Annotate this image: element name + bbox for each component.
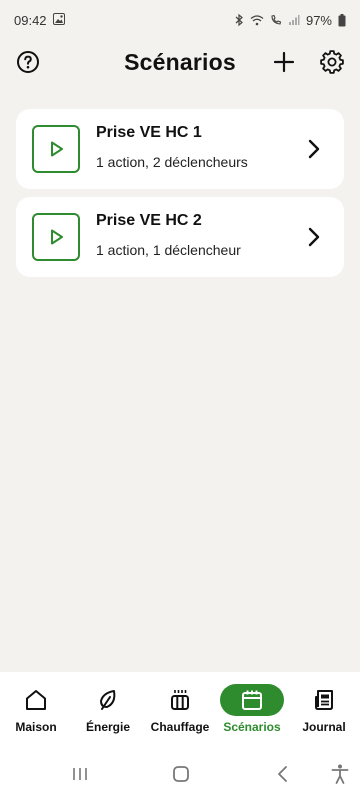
battery-icon <box>338 13 346 27</box>
newspaper-icon <box>292 684 356 716</box>
back-icon[interactable] <box>271 762 295 786</box>
nav-label: Chauffage <box>150 720 210 734</box>
scenario-card[interactable]: Prise VE HC 2 1 action, 1 déclencheur <box>16 197 344 277</box>
chevron-right-icon <box>302 137 326 161</box>
bluetooth-icon <box>234 14 244 26</box>
play-icon <box>51 229 63 245</box>
scenario-summary: 1 action, 1 déclencheur <box>96 242 241 258</box>
accessibility-icon[interactable] <box>328 762 352 786</box>
leaf-icon <box>76 684 140 716</box>
page-title: Scénarios <box>124 49 236 75</box>
nav-item-journal[interactable]: Journal <box>288 672 360 748</box>
recent-apps-icon[interactable] <box>68 762 92 786</box>
nav-label: Maison <box>15 720 57 734</box>
nav-item-scenarios[interactable]: Scénarios <box>216 672 288 748</box>
status-bar: 09:42 97% <box>0 0 360 40</box>
add-icon[interactable] <box>272 50 296 74</box>
house-icon <box>4 684 68 716</box>
battery-level: 97% <box>305 12 332 28</box>
nav-item-maison[interactable]: Maison <box>0 672 72 748</box>
status-time: 09:42 <box>14 12 47 28</box>
nav-item-energie[interactable]: Énergie <box>72 672 144 748</box>
radiator-icon <box>148 684 212 716</box>
wifi-icon <box>250 14 264 26</box>
nav-label: Scénarios <box>223 720 281 734</box>
bottom-navigation: Maison Énergie Chauffage Scénarios Journ… <box>0 672 360 748</box>
system-navigation-bar <box>0 748 360 800</box>
scenario-summary: 1 action, 2 déclencheurs <box>96 154 248 170</box>
signal-icon <box>288 14 300 26</box>
play-scenario-button[interactable] <box>32 125 80 173</box>
scenario-name: Prise VE HC 2 <box>96 212 202 229</box>
gallery-notification-icon <box>52 12 65 28</box>
gear-icon[interactable] <box>320 50 344 74</box>
wifi-call-icon <box>270 14 282 26</box>
nav-label: Journal <box>302 720 346 734</box>
scenario-name: Prise VE HC 1 <box>96 124 202 141</box>
scenario-list: Prise VE HC 1 1 action, 2 déclencheurs P… <box>16 109 344 285</box>
nav-label: Énergie <box>85 720 130 734</box>
play-scenario-button[interactable] <box>32 213 80 261</box>
nav-item-chauffage[interactable]: Chauffage <box>144 672 216 748</box>
play-icon <box>51 141 63 157</box>
chevron-right-icon <box>302 225 326 249</box>
scenario-card[interactable]: Prise VE HC 1 1 action, 2 déclencheurs <box>16 109 344 189</box>
calendar-icon <box>220 684 284 716</box>
home-button-icon[interactable] <box>169 762 193 786</box>
app-header: Scénarios <box>0 40 360 86</box>
